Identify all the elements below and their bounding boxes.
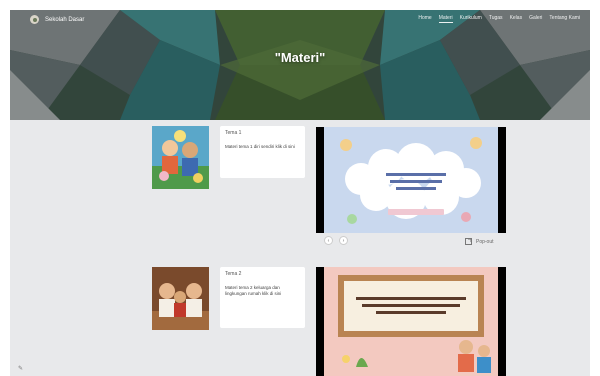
theme-2-thumbnail[interactable] bbox=[152, 267, 209, 330]
theme-1-slide-controls: ‹ › bbox=[324, 236, 348, 245]
theme-1-card: Tema 1 Materi tema 1 diri sendiri klik d… bbox=[220, 126, 305, 178]
theme-1-slide-embed[interactable] bbox=[316, 127, 506, 233]
theme-2-title: Tema 2 bbox=[225, 271, 242, 277]
theme-1-title: Tema 1 bbox=[225, 130, 242, 136]
theme-1-link[interactable]: Materi tema 1 diri sendiri klik di sini bbox=[225, 144, 300, 151]
theme-2-card: Tema 2 Materi tema 2 keluarga dan lingku… bbox=[220, 267, 305, 328]
theme-1-next-button[interactable]: › bbox=[339, 236, 348, 245]
theme-1-slide-image bbox=[316, 127, 506, 233]
theme-2-slide-embed[interactable] bbox=[316, 267, 506, 376]
school-logo-icon bbox=[30, 15, 39, 24]
theme-1-popout-label: Pop-out bbox=[476, 238, 494, 245]
nav-item-materi[interactable]: Materi bbox=[438, 15, 453, 23]
theme-2-slide-image bbox=[316, 267, 506, 376]
page-frame: Sekolah Dasar Home Materi Kurikulum Tuga… bbox=[10, 10, 590, 376]
nav-item-kurikulum[interactable]: Kurikulum bbox=[460, 15, 482, 23]
family-illustration-icon bbox=[152, 267, 209, 330]
site-name: Sekolah Dasar bbox=[45, 16, 85, 23]
hero-banner: Sekolah Dasar Home Materi Kurikulum Tuga… bbox=[10, 10, 590, 120]
site-brand[interactable]: Sekolah Dasar bbox=[30, 15, 84, 24]
popout-icon bbox=[465, 238, 472, 245]
theme-1-thumbnail[interactable] bbox=[152, 126, 209, 189]
top-navigation: Home Materi Kurikulum Tugas Kelas Galeri… bbox=[418, 15, 580, 23]
edit-pencil-icon[interactable]: ✎ bbox=[18, 365, 23, 372]
theme-1-prev-button[interactable]: ‹ bbox=[324, 236, 333, 245]
theme-1-popout[interactable]: Pop-out bbox=[465, 238, 494, 245]
page-title: "Materi" bbox=[274, 50, 326, 65]
kaleidoscope-background bbox=[10, 10, 590, 120]
nav-item-kelas[interactable]: Kelas bbox=[510, 15, 523, 23]
nav-item-tugas[interactable]: Tugas bbox=[489, 15, 503, 23]
theme-2-link[interactable]: Materi tema 2 keluarga dan lingkungan ru… bbox=[225, 285, 300, 299]
nav-item-home[interactable]: Home bbox=[418, 15, 431, 23]
children-illustration-icon bbox=[152, 126, 209, 189]
nav-item-tentang[interactable]: Tentang Kami bbox=[549, 15, 580, 23]
nav-item-galeri[interactable]: Galeri bbox=[529, 15, 542, 23]
